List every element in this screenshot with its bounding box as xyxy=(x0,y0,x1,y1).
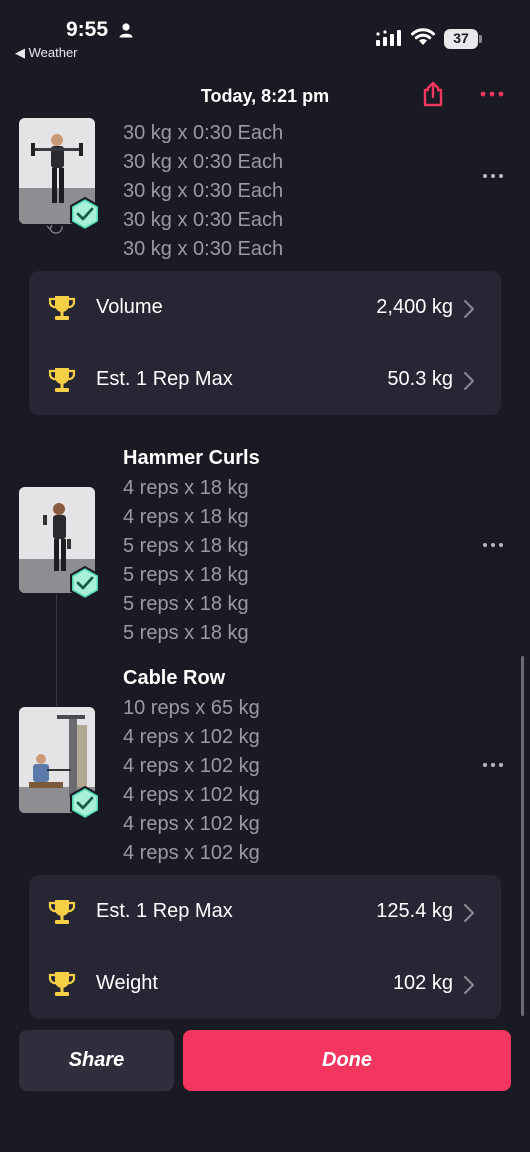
exercise-name[interactable]: Hammer Curls xyxy=(123,447,260,470)
set-line: 4 reps x 18 kg xyxy=(123,506,249,528)
trophy-icon xyxy=(48,972,76,996)
share-button[interactable]: Share xyxy=(19,1030,174,1091)
status-bar: 9:55 ◀ Weather 37 xyxy=(0,0,530,70)
trophy-icon xyxy=(48,368,76,392)
record-value: 125.4 kg xyxy=(376,900,453,922)
record-label: Est. 1 Rep Max xyxy=(96,368,233,390)
superset-connector xyxy=(56,594,57,706)
superset-link-icon xyxy=(46,224,63,234)
exercise-name[interactable]: Cable Row xyxy=(123,667,225,690)
set-line: 30 kg x 0:30 Each xyxy=(123,180,284,202)
record-label: Est. 1 Rep Max xyxy=(96,900,233,922)
record-label: Volume xyxy=(96,296,163,318)
set-line: 4 reps x 102 kg xyxy=(123,784,260,806)
exercise-more-icon[interactable] xyxy=(481,540,505,550)
signal-icon xyxy=(376,30,401,46)
page-title: Today, 8:21 pm xyxy=(200,86,330,106)
set-line: 30 kg x 0:30 Each xyxy=(123,238,284,260)
battery-level: 37 xyxy=(453,30,469,46)
set-line: 4 reps x 102 kg xyxy=(123,842,260,864)
completed-check-icon xyxy=(70,785,100,821)
chevron-right-icon xyxy=(464,904,474,922)
done-button[interactable]: Done xyxy=(183,1030,511,1091)
status-time: 9:55 xyxy=(66,18,109,41)
record-value: 102 kg xyxy=(392,972,453,994)
exercise-more-icon[interactable] xyxy=(481,760,505,770)
record-value: 50.3 kg xyxy=(387,368,453,390)
wifi-icon xyxy=(411,28,435,45)
record-label: Weight xyxy=(96,972,158,994)
chevron-right-icon xyxy=(464,976,474,994)
set-line: 30 kg x 0:30 Each xyxy=(123,209,284,231)
set-line: 4 reps x 102 kg xyxy=(123,726,260,748)
more-icon[interactable] xyxy=(478,84,506,104)
set-line: 5 reps x 18 kg xyxy=(123,622,249,644)
set-line: 4 reps x 102 kg xyxy=(123,813,260,835)
back-to-app-link[interactable]: ◀ Weather xyxy=(15,45,78,61)
record-row-volume[interactable]: Volume 2,400 kg xyxy=(29,271,501,343)
set-line: 10 reps x 65 kg xyxy=(123,697,260,719)
chevron-right-icon xyxy=(464,300,474,318)
set-line: 4 reps x 18 kg xyxy=(123,477,249,499)
set-line: 30 kg x 0:30 Each xyxy=(123,151,284,173)
record-value: 2,400 kg xyxy=(376,296,453,318)
set-line: 5 reps x 18 kg xyxy=(123,593,249,615)
trophy-icon xyxy=(48,296,76,320)
chevron-right-icon xyxy=(464,372,474,390)
record-row-1rm[interactable]: Est. 1 Rep Max 50.3 kg xyxy=(29,343,501,415)
records-card: Volume 2,400 kg Est. 1 Rep Max 50.3 kg xyxy=(29,271,501,415)
completed-check-icon xyxy=(70,196,100,232)
set-line: 5 reps x 18 kg xyxy=(123,535,249,557)
scrollbar[interactable] xyxy=(521,656,524,1016)
set-line: 4 reps x 102 kg xyxy=(123,755,260,777)
record-row-weight[interactable]: Weight 102 kg xyxy=(29,947,501,1019)
completed-check-icon xyxy=(70,565,100,601)
records-card: Est. 1 Rep Max 125.4 kg Weight 102 kg xyxy=(29,875,501,1019)
exercise-more-icon[interactable] xyxy=(481,171,505,181)
record-row-1rm[interactable]: Est. 1 Rep Max 125.4 kg xyxy=(29,875,501,947)
done-button-label: Done xyxy=(322,1049,372,1071)
set-line: 30 kg x 0:30 Each xyxy=(123,122,284,144)
share-button-label: Share xyxy=(68,1049,125,1071)
share-icon[interactable] xyxy=(420,80,446,108)
set-line: 5 reps x 18 kg xyxy=(123,564,249,586)
person-icon xyxy=(119,23,133,38)
battery-icon: 37 xyxy=(444,29,482,49)
trophy-icon xyxy=(48,900,76,924)
